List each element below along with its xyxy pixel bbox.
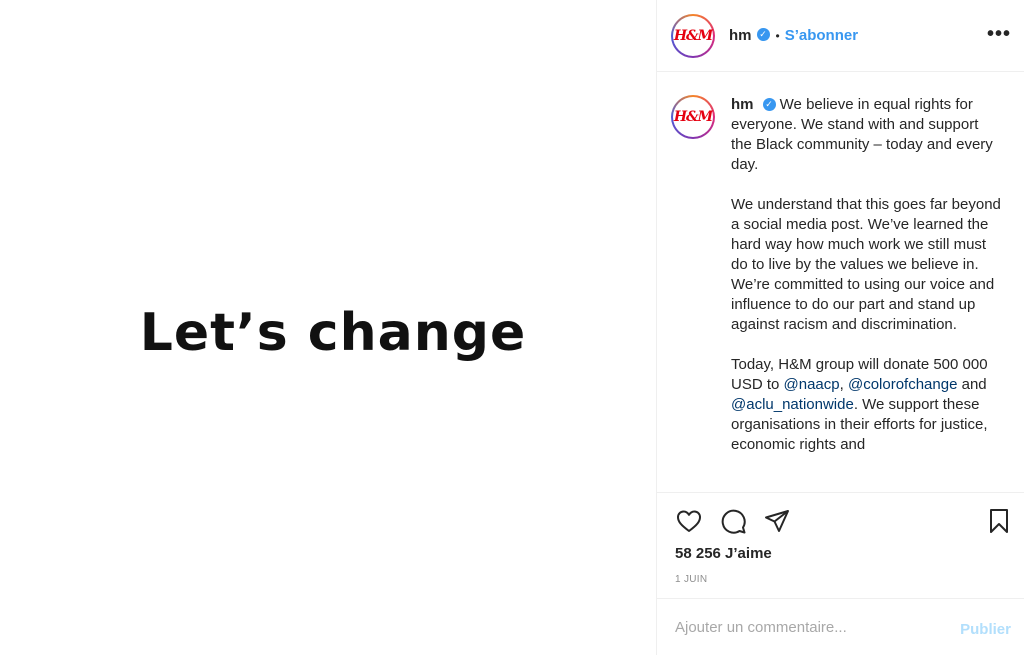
- comment-bar: Publier: [657, 598, 1024, 655]
- caption-username[interactable]: hm: [731, 96, 754, 113]
- likes-count[interactable]: 58 256 J’aime: [675, 545, 772, 562]
- caption-paragraph-1: hm ✓ We believe in equal rights for every…: [731, 95, 1003, 175]
- caption-paragraph-3: Today, H&M group will donate 500 000 USD…: [731, 356, 988, 453]
- publish-button[interactable]: Publier: [960, 621, 1011, 638]
- verified-badge-icon: ✓: [756, 28, 770, 41]
- caption-avatar-logo: H&M: [674, 99, 713, 135]
- caption-area[interactable]: H&M hm ✓ We believe in equal rights for e…: [657, 73, 1024, 491]
- caption-verified-badge-icon: ✓: [762, 97, 776, 111]
- header-separator: •: [775, 28, 780, 43]
- post-image-text: Let’s change: [139, 302, 527, 363]
- post-sidebar: H&M hm ✓ • S’abonner ••• H&M hm ✓ We beli…: [656, 0, 1024, 655]
- post-date[interactable]: 1 JUIN: [675, 574, 707, 585]
- more-icon[interactable]: •••: [987, 24, 1011, 44]
- avatar[interactable]: H&M: [671, 13, 715, 58]
- post-image[interactable]: Let’s change: [0, 0, 656, 655]
- post-header: H&M hm ✓ • S’abonner •••: [657, 0, 1024, 72]
- caption-text: hm ✓ We believe in equal rights for every…: [731, 95, 1003, 491]
- caption-fade: [657, 477, 1024, 491]
- bookmark-icon[interactable]: [985, 507, 1013, 535]
- caption-paragraph-2: We understand that this goes far beyond …: [731, 196, 1001, 333]
- header-username[interactable]: hm: [729, 27, 752, 44]
- mention-naacp[interactable]: @naacp: [784, 376, 840, 393]
- caption-avatar[interactable]: H&M: [671, 95, 715, 139]
- heart-icon[interactable]: [675, 507, 703, 535]
- avatar-logo: H&M: [674, 17, 713, 54]
- comment-input[interactable]: [675, 618, 935, 636]
- mention-aclu-nationwide[interactable]: @aclu_nationwide: [731, 396, 854, 413]
- action-bar: 58 256 J’aime 1 JUIN: [657, 492, 1024, 598]
- mention-colorofchange[interactable]: @colorofchange: [848, 376, 957, 393]
- follow-button[interactable]: S’abonner: [785, 27, 858, 44]
- share-icon[interactable]: [763, 507, 791, 535]
- comment-icon[interactable]: [719, 507, 747, 535]
